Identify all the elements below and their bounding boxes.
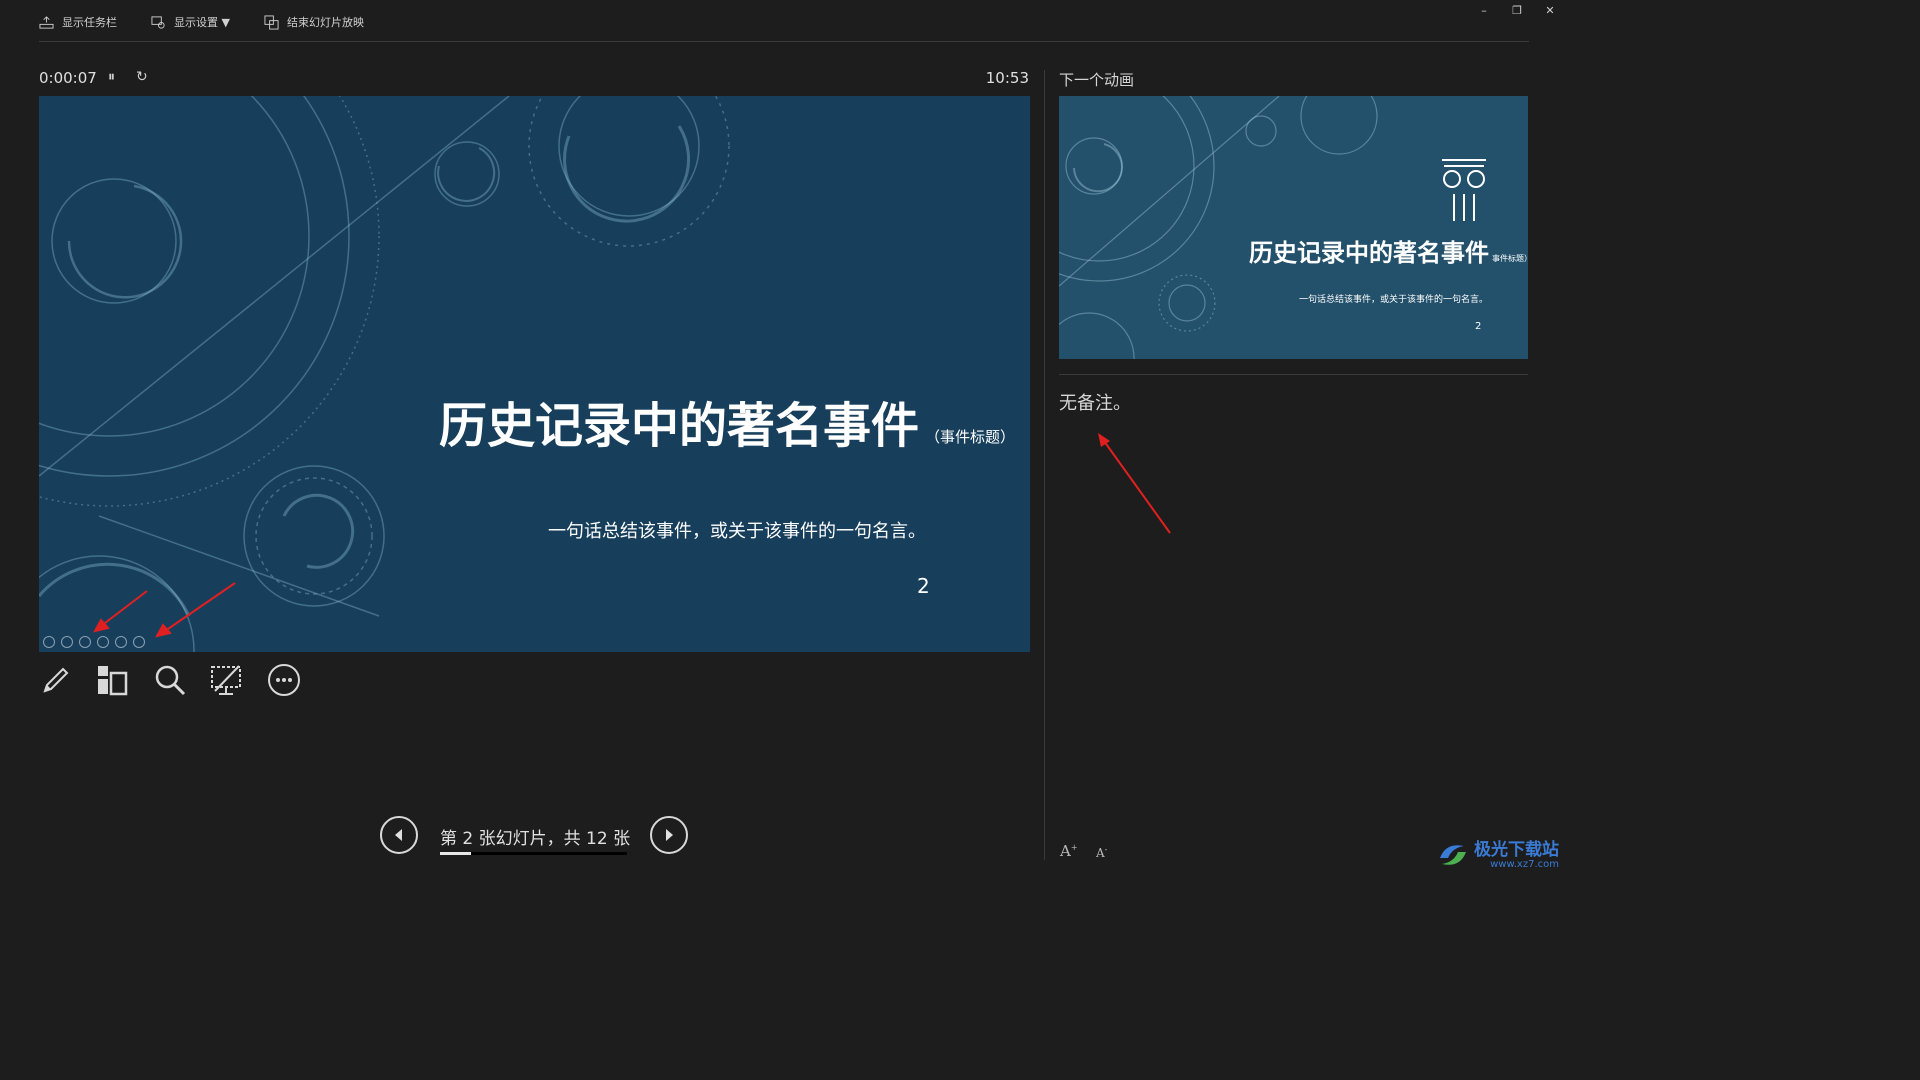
screen-icon[interactable] (208, 662, 244, 698)
end-slideshow-button[interactable]: 结束幻灯片放映 (264, 13, 364, 31)
end-slideshow-icon (264, 14, 279, 30)
annotation-arrows (93, 582, 236, 638)
increase-font-label: A (1060, 842, 1071, 860)
display-settings-label: 显示设置 ▼ (174, 16, 230, 29)
preview-number: 2 (1475, 321, 1482, 332)
display-settings-icon (151, 15, 165, 29)
site-watermark: 极光下载站 www.xz7.com (1436, 838, 1559, 872)
more-icon[interactable] (266, 662, 302, 698)
preview-title-text: 历史记录中的著名事件 (1249, 239, 1489, 267)
slides-grid-icon[interactable] (94, 662, 130, 698)
end-slideshow-label: 结束幻灯片放映 (287, 16, 364, 29)
chevron-right-icon (666, 829, 673, 841)
reset-icon[interactable]: ↻ (136, 69, 148, 85)
increase-font-button[interactable]: A+ (1060, 842, 1078, 860)
display-settings-button[interactable]: 显示设置 ▼ (151, 13, 230, 31)
clock: 10:53 (985, 69, 1029, 87)
next-animation-label: 下一个动画 (1059, 71, 1135, 89)
notes-divider (1059, 374, 1528, 375)
show-taskbar-button[interactable]: 显示任务栏 (39, 13, 117, 31)
pen-icon[interactable] (38, 662, 74, 698)
previous-slide-button[interactable] (380, 816, 418, 854)
slide-progress-fill (440, 852, 472, 855)
chevron-left-icon (395, 829, 402, 841)
decrease-font-button[interactable]: A- (1096, 845, 1107, 860)
zoom-icon[interactable] (152, 662, 188, 698)
current-slide[interactable]: 历史记录中的著名事件 （事件标题） 一句话总结该事件，或关于该事件的一句名言。 2 (39, 96, 1030, 652)
taskbar-icon (39, 15, 54, 29)
watermark-logo-icon (1440, 845, 1466, 865)
preview-quote: 一句话总结该事件，或关于该事件的一句名言。 (1299, 295, 1489, 305)
pane-divider (1044, 70, 1045, 860)
pause-icon[interactable]: ⏸ (108, 69, 115, 85)
slide-counter: 第 2 张幻灯片，共 12 张 (440, 829, 631, 849)
minimize-button[interactable]: – (1474, 4, 1494, 18)
notes-annotation-arrow (1098, 433, 1171, 534)
toolbar-divider (39, 41, 1529, 42)
slide-progress-bar (440, 852, 627, 855)
watermark-text: 极光下载站 (1474, 839, 1559, 860)
show-taskbar-label: 显示任务栏 (62, 16, 117, 29)
restore-button[interactable]: ❐ (1507, 4, 1527, 18)
preview-decoration (1059, 96, 1486, 359)
speaker-notes[interactable]: 无备注。 (1059, 389, 1131, 415)
next-slide-preview[interactable]: 历史记录中的著名事件 事件标题） 一句话总结该事件，或关于该事件的一句名言。 2 (1059, 96, 1528, 359)
preview-title: 历史记录中的著名事件 事件标题） (1249, 233, 1528, 268)
elapsed-timer: 0:00:07 (39, 69, 97, 87)
watermark-url: www.xz7.com (1490, 858, 1559, 870)
close-button[interactable]: ✕ (1540, 4, 1560, 18)
preview-title-sub: 事件标题） (1492, 254, 1528, 263)
decrease-font-label: A (1096, 846, 1105, 860)
next-slide-button[interactable] (650, 816, 688, 854)
